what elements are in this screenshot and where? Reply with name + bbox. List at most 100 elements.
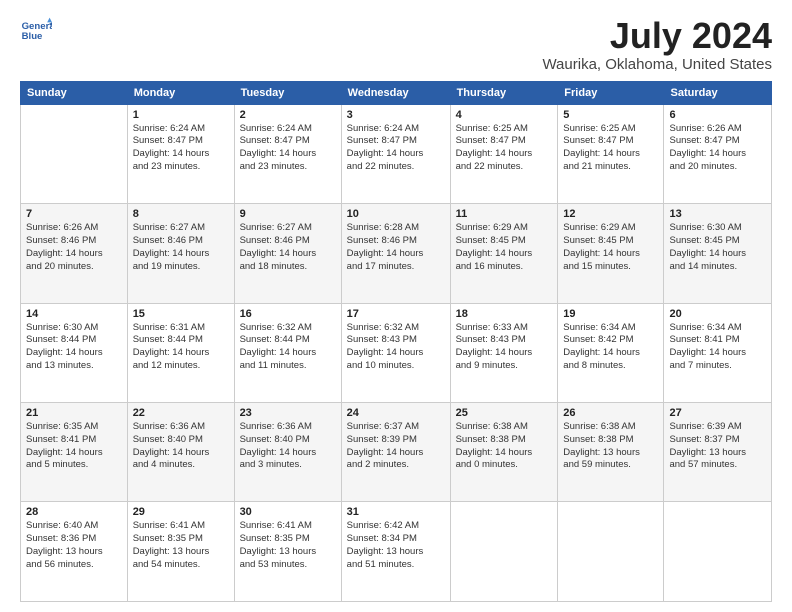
table-row: 22 Sunrise: 6:36 AM Sunset: 8:40 PM Dayli… bbox=[127, 403, 234, 502]
table-row: 27 Sunrise: 6:39 AM Sunset: 8:37 PM Dayli… bbox=[664, 403, 772, 502]
day-number: 22 bbox=[133, 407, 229, 419]
header-thursday: Thursday bbox=[450, 81, 558, 104]
table-row bbox=[558, 502, 664, 602]
header-wednesday: Wednesday bbox=[341, 81, 450, 104]
day-number: 27 bbox=[669, 407, 766, 419]
day-number: 5 bbox=[563, 109, 658, 121]
day-info: Sunrise: 6:29 AM Sunset: 8:45 PM Dayligh… bbox=[563, 222, 658, 273]
header-saturday: Saturday bbox=[664, 81, 772, 104]
day-info: Sunrise: 6:41 AM Sunset: 8:35 PM Dayligh… bbox=[240, 520, 336, 571]
header-sunday: Sunday bbox=[21, 81, 128, 104]
table-row: 12 Sunrise: 6:29 AM Sunset: 8:45 PM Dayli… bbox=[558, 204, 664, 303]
table-row: 26 Sunrise: 6:38 AM Sunset: 8:38 PM Dayli… bbox=[558, 403, 664, 502]
day-number: 3 bbox=[347, 109, 445, 121]
table-row: 3 Sunrise: 6:24 AM Sunset: 8:47 PM Daylig… bbox=[341, 104, 450, 203]
table-row: 8 Sunrise: 6:27 AM Sunset: 8:46 PM Daylig… bbox=[127, 204, 234, 303]
day-number: 16 bbox=[240, 308, 336, 320]
table-row bbox=[664, 502, 772, 602]
day-number: 8 bbox=[133, 208, 229, 220]
table-row: 11 Sunrise: 6:29 AM Sunset: 8:45 PM Dayli… bbox=[450, 204, 558, 303]
subtitle: Waurika, Oklahoma, United States bbox=[542, 56, 772, 73]
day-info: Sunrise: 6:24 AM Sunset: 8:47 PM Dayligh… bbox=[133, 123, 229, 174]
day-number: 23 bbox=[240, 407, 336, 419]
day-number: 28 bbox=[26, 506, 122, 518]
day-info: Sunrise: 6:32 AM Sunset: 8:43 PM Dayligh… bbox=[347, 322, 445, 373]
svg-text:Blue: Blue bbox=[22, 31, 43, 42]
table-row: 21 Sunrise: 6:35 AM Sunset: 8:41 PM Dayli… bbox=[21, 403, 128, 502]
page: General Blue July 2024 Waurika, Oklahoma… bbox=[0, 0, 792, 612]
day-number: 29 bbox=[133, 506, 229, 518]
table-row: 9Sunrise: 6:27 AM Sunset: 8:46 PM Daylig… bbox=[234, 204, 341, 303]
day-info: Sunrise: 6:30 AM Sunset: 8:44 PM Dayligh… bbox=[26, 322, 122, 373]
table-row: 19Sunrise: 6:34 AM Sunset: 8:42 PM Dayli… bbox=[558, 303, 664, 402]
day-info: Sunrise: 6:33 AM Sunset: 8:43 PM Dayligh… bbox=[456, 322, 553, 373]
day-number: 10 bbox=[347, 208, 445, 220]
main-title: July 2024 bbox=[542, 16, 772, 56]
day-info: Sunrise: 6:28 AM Sunset: 8:46 PM Dayligh… bbox=[347, 222, 445, 273]
day-number: 11 bbox=[456, 208, 553, 220]
title-block: July 2024 Waurika, Oklahoma, United Stat… bbox=[542, 16, 772, 73]
calendar-table: Sunday Monday Tuesday Wednesday Thursday… bbox=[20, 81, 772, 602]
day-number: 17 bbox=[347, 308, 445, 320]
day-number: 9 bbox=[240, 208, 336, 220]
day-info: Sunrise: 6:24 AM Sunset: 8:47 PM Dayligh… bbox=[347, 123, 445, 174]
day-info: Sunrise: 6:32 AM Sunset: 8:44 PM Dayligh… bbox=[240, 322, 336, 373]
day-info: Sunrise: 6:36 AM Sunset: 8:40 PM Dayligh… bbox=[133, 421, 229, 472]
day-number: 26 bbox=[563, 407, 658, 419]
day-number: 7 bbox=[26, 208, 122, 220]
logo-icon: General Blue bbox=[20, 16, 52, 48]
day-info: Sunrise: 6:39 AM Sunset: 8:37 PM Dayligh… bbox=[669, 421, 766, 472]
svg-text:General: General bbox=[22, 21, 52, 32]
table-row: 13Sunrise: 6:30 AM Sunset: 8:45 PM Dayli… bbox=[664, 204, 772, 303]
day-info: Sunrise: 6:34 AM Sunset: 8:42 PM Dayligh… bbox=[563, 322, 658, 373]
table-row: 4Sunrise: 6:25 AM Sunset: 8:47 PM Daylig… bbox=[450, 104, 558, 203]
table-row: 7Sunrise: 6:26 AM Sunset: 8:46 PM Daylig… bbox=[21, 204, 128, 303]
day-info: Sunrise: 6:38 AM Sunset: 8:38 PM Dayligh… bbox=[456, 421, 553, 472]
table-row: 20Sunrise: 6:34 AM Sunset: 8:41 PM Dayli… bbox=[664, 303, 772, 402]
day-info: Sunrise: 6:26 AM Sunset: 8:47 PM Dayligh… bbox=[669, 123, 766, 174]
table-row: 1 Sunrise: 6:24 AM Sunset: 8:47 PM Daylig… bbox=[127, 104, 234, 203]
table-row bbox=[450, 502, 558, 602]
table-row: 28Sunrise: 6:40 AM Sunset: 8:36 PM Dayli… bbox=[21, 502, 128, 602]
day-number: 12 bbox=[563, 208, 658, 220]
table-row: 29Sunrise: 6:41 AM Sunset: 8:35 PM Dayli… bbox=[127, 502, 234, 602]
calendar-header-row: Sunday Monday Tuesday Wednesday Thursday… bbox=[21, 81, 772, 104]
day-info: Sunrise: 6:31 AM Sunset: 8:44 PM Dayligh… bbox=[133, 322, 229, 373]
day-number: 14 bbox=[26, 308, 122, 320]
day-info: Sunrise: 6:38 AM Sunset: 8:38 PM Dayligh… bbox=[563, 421, 658, 472]
day-info: Sunrise: 6:36 AM Sunset: 8:40 PM Dayligh… bbox=[240, 421, 336, 472]
day-info: Sunrise: 6:37 AM Sunset: 8:39 PM Dayligh… bbox=[347, 421, 445, 472]
day-number: 1 bbox=[133, 109, 229, 121]
day-number: 4 bbox=[456, 109, 553, 121]
table-row: 6 Sunrise: 6:26 AM Sunset: 8:47 PM Daylig… bbox=[664, 104, 772, 203]
calendar-week-row: 28Sunrise: 6:40 AM Sunset: 8:36 PM Dayli… bbox=[21, 502, 772, 602]
table-row: 25Sunrise: 6:38 AM Sunset: 8:38 PM Dayli… bbox=[450, 403, 558, 502]
day-info: Sunrise: 6:34 AM Sunset: 8:41 PM Dayligh… bbox=[669, 322, 766, 373]
table-row: 31 Sunrise: 6:42 AM Sunset: 8:34 PM Dayli… bbox=[341, 502, 450, 602]
day-number: 21 bbox=[26, 407, 122, 419]
calendar-week-row: 21 Sunrise: 6:35 AM Sunset: 8:41 PM Dayli… bbox=[21, 403, 772, 502]
day-info: Sunrise: 6:27 AM Sunset: 8:46 PM Dayligh… bbox=[133, 222, 229, 273]
table-row: 2 Sunrise: 6:24 AM Sunset: 8:47 PM Daylig… bbox=[234, 104, 341, 203]
day-info: Sunrise: 6:29 AM Sunset: 8:45 PM Dayligh… bbox=[456, 222, 553, 273]
day-number: 31 bbox=[347, 506, 445, 518]
table-row bbox=[21, 104, 128, 203]
calendar-week-row: 1 Sunrise: 6:24 AM Sunset: 8:47 PM Daylig… bbox=[21, 104, 772, 203]
table-row: 23 Sunrise: 6:36 AM Sunset: 8:40 PM Dayli… bbox=[234, 403, 341, 502]
header-tuesday: Tuesday bbox=[234, 81, 341, 104]
header-friday: Friday bbox=[558, 81, 664, 104]
day-number: 18 bbox=[456, 308, 553, 320]
day-info: Sunrise: 6:30 AM Sunset: 8:45 PM Dayligh… bbox=[669, 222, 766, 273]
day-info: Sunrise: 6:24 AM Sunset: 8:47 PM Dayligh… bbox=[240, 123, 336, 174]
table-row: 16 Sunrise: 6:32 AM Sunset: 8:44 PM Dayli… bbox=[234, 303, 341, 402]
header: General Blue July 2024 Waurika, Oklahoma… bbox=[20, 16, 772, 73]
day-number: 24 bbox=[347, 407, 445, 419]
day-number: 30 bbox=[240, 506, 336, 518]
day-info: Sunrise: 6:25 AM Sunset: 8:47 PM Dayligh… bbox=[563, 123, 658, 174]
day-info: Sunrise: 6:42 AM Sunset: 8:34 PM Dayligh… bbox=[347, 520, 445, 571]
day-number: 2 bbox=[240, 109, 336, 121]
day-number: 15 bbox=[133, 308, 229, 320]
day-info: Sunrise: 6:35 AM Sunset: 8:41 PM Dayligh… bbox=[26, 421, 122, 472]
table-row: 5 Sunrise: 6:25 AM Sunset: 8:47 PM Daylig… bbox=[558, 104, 664, 203]
day-number: 6 bbox=[669, 109, 766, 121]
